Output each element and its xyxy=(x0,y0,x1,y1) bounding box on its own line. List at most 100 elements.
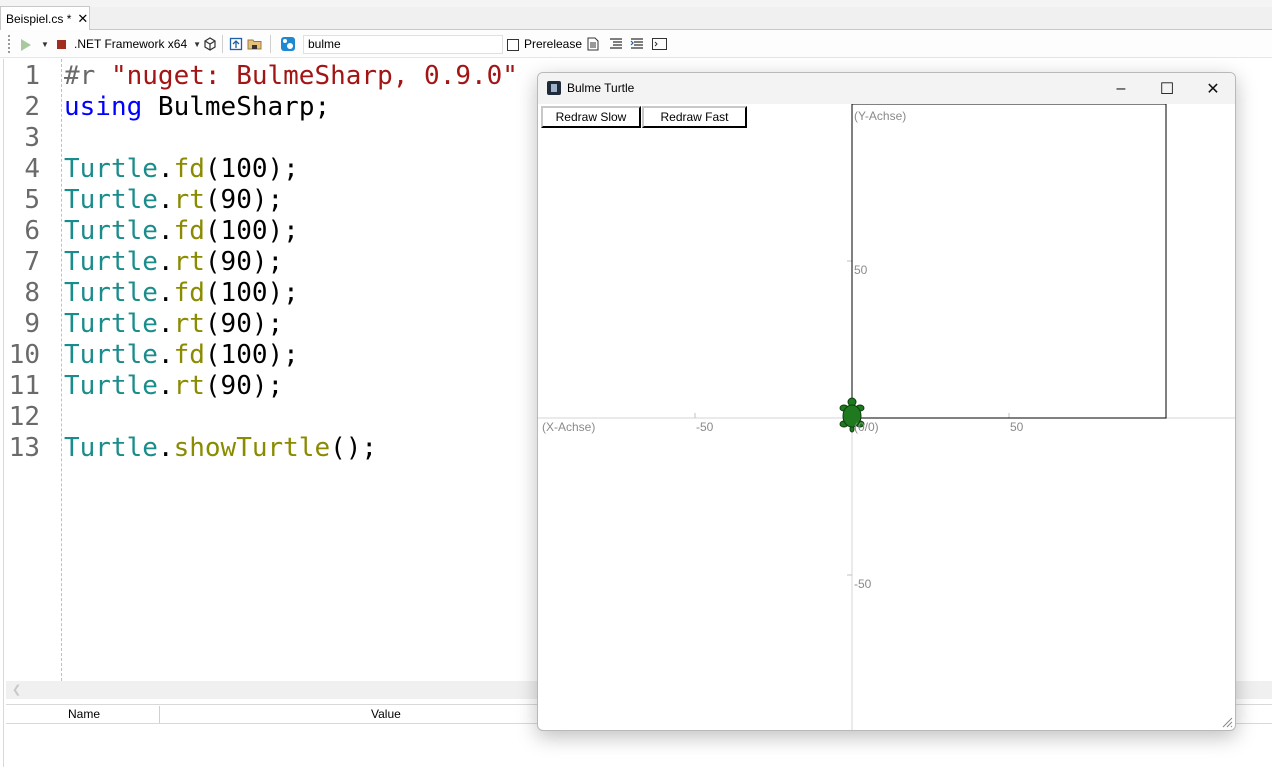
code-token: . xyxy=(157,371,174,401)
format-icon[interactable] xyxy=(609,35,623,53)
code-text: Turtle.rt(90); xyxy=(64,247,283,278)
code-line[interactable]: 7 Turtle.rt(90); xyxy=(0,247,540,278)
scroll-left-icon[interactable]: ❮ xyxy=(12,683,21,696)
app-icon xyxy=(547,81,561,95)
resize-grip-icon[interactable] xyxy=(1221,716,1233,728)
origin-label: (0/0) xyxy=(854,420,879,434)
code-line[interactable]: 4 Turtle.fd(100); xyxy=(0,154,540,185)
stop-icon[interactable] xyxy=(57,40,66,49)
code-token: rt xyxy=(173,247,205,277)
minimize-icon[interactable]: – xyxy=(1098,75,1144,103)
code-token: Turtle xyxy=(64,278,158,308)
folder-lock-icon[interactable] xyxy=(247,35,263,53)
code-token: (100); xyxy=(204,216,299,246)
code-line[interactable]: 5 Turtle.rt(90); xyxy=(0,185,540,216)
toolbar-grip-icon[interactable] xyxy=(8,35,14,53)
framework-select[interactable]: .NET Framework x64 ▼ xyxy=(74,35,201,53)
x-axis-label: (X-Achse) xyxy=(542,420,596,434)
code-token: (100); xyxy=(204,340,299,370)
code-token: (100); xyxy=(204,278,299,308)
line-number: 5 xyxy=(24,185,40,215)
code-text: Turtle.fd(100); xyxy=(64,154,299,185)
code-token: (90); xyxy=(204,247,284,277)
code-token: . xyxy=(157,340,174,370)
run-dropdown-icon[interactable]: ▼ xyxy=(41,35,49,53)
code-line[interactable]: 8 Turtle.fd(100); xyxy=(0,278,540,309)
code-text: Turtle.fd(100); xyxy=(64,340,299,371)
code-token: using xyxy=(64,92,143,122)
code-token: fd xyxy=(173,154,205,184)
toolbar-separator xyxy=(270,35,271,53)
turtle-window: Bulme Turtle – ☐ ✕ Redraw Slow Redraw Fa… xyxy=(537,72,1236,731)
line-number: 6 xyxy=(24,216,40,246)
code-text: Turtle.fd(100); xyxy=(64,278,299,309)
code-line[interactable]: 9 Turtle.rt(90); xyxy=(0,309,540,340)
package-icon[interactable] xyxy=(203,35,217,53)
code-token: . xyxy=(157,154,174,184)
code-line[interactable]: 13 Turtle.showTurtle(); xyxy=(0,433,540,464)
nuget-icon[interactable] xyxy=(280,35,296,53)
line-number: 12 xyxy=(8,402,40,432)
code-line[interactable]: 10 Turtle.fd(100); xyxy=(0,340,540,371)
line-number: 2 xyxy=(24,92,40,122)
tab-strip-background xyxy=(0,0,1272,7)
code-line[interactable]: 1 #r "nuget: BulmeSharp, 0.9.0" xyxy=(0,61,540,92)
code-token: . xyxy=(157,247,174,277)
close-icon[interactable]: ✕ xyxy=(1190,75,1235,103)
code-token: showTurtle xyxy=(173,433,331,463)
console-icon[interactable] xyxy=(652,35,667,53)
code-line[interactable]: 12 xyxy=(0,402,540,433)
run-icon[interactable] xyxy=(21,39,31,51)
code-text: Turtle.rt(90); xyxy=(64,309,283,340)
prerelease-checkbox[interactable] xyxy=(507,39,519,51)
maximize-icon[interactable]: ☐ xyxy=(1144,75,1190,103)
redraw-fast-button[interactable]: Redraw Fast xyxy=(642,106,747,128)
code-line[interactable]: 2 using BulmeSharp; xyxy=(0,92,540,123)
document-icon[interactable] xyxy=(587,35,599,53)
line-number: 7 xyxy=(24,247,40,277)
code-token: Turtle xyxy=(64,185,158,215)
y-tick-label-neg: -50 xyxy=(854,577,872,591)
package-search-input[interactable]: bulme xyxy=(303,35,503,54)
tab-close-icon[interactable]: ✕ xyxy=(77,11,88,27)
code-token: rt xyxy=(173,185,205,215)
code-line[interactable]: 3 xyxy=(0,123,540,154)
comment-icon[interactable] xyxy=(630,35,644,53)
column-header-value[interactable]: Value xyxy=(371,707,401,721)
code-text: Turtle.rt(90); xyxy=(64,371,283,402)
turtle-drawing xyxy=(538,104,1235,730)
window-titlebar[interactable]: Bulme Turtle – ☐ ✕ xyxy=(538,73,1235,104)
code-line[interactable]: 6 Turtle.fd(100); xyxy=(0,216,540,247)
code-token: fd xyxy=(173,340,205,370)
tab-label: Beispiel.cs * xyxy=(6,11,72,26)
code-token: rt xyxy=(173,371,205,401)
code-text: using BulmeSharp; xyxy=(64,92,330,123)
code-token: (90); xyxy=(204,371,284,401)
code-token: Turtle xyxy=(64,154,158,184)
toolbar-separator xyxy=(222,35,223,53)
prerelease-label[interactable]: Prerelease xyxy=(524,35,582,53)
x-tick-label-pos: 50 xyxy=(1010,420,1024,434)
code-token: "nuget: BulmeSharp, 0.9.0" xyxy=(110,61,518,91)
code-token: Turtle xyxy=(64,247,158,277)
code-token: Turtle xyxy=(64,371,158,401)
code-token: fd xyxy=(173,278,205,308)
tab-beispiel[interactable]: Beispiel.cs * ✕ xyxy=(0,6,90,30)
turtle-canvas[interactable]: Redraw Slow Redraw Fast (Y-Achse) (X-Ach… xyxy=(538,104,1235,730)
line-number: 9 xyxy=(24,309,40,339)
code-token: Turtle xyxy=(64,309,158,339)
column-header-name[interactable]: Name xyxy=(68,707,100,721)
column-separator[interactable] xyxy=(159,706,160,724)
code-editor[interactable]: 1 #r "nuget: BulmeSharp, 0.9.0" 2 using Bul… xyxy=(0,59,540,679)
code-token: . xyxy=(157,185,174,215)
line-number: 4 xyxy=(24,154,40,184)
line-number: 1 xyxy=(24,61,40,91)
code-token: #r xyxy=(64,61,111,91)
code-token: Turtle xyxy=(64,216,158,246)
redraw-slow-button[interactable]: Redraw Slow xyxy=(541,106,641,128)
code-line[interactable]: 11 Turtle.rt(90); xyxy=(0,371,540,402)
restore-icon[interactable] xyxy=(229,35,243,53)
code-token: . xyxy=(157,433,174,463)
line-number: 13 xyxy=(8,433,40,463)
code-text: Turtle.fd(100); xyxy=(64,216,299,247)
